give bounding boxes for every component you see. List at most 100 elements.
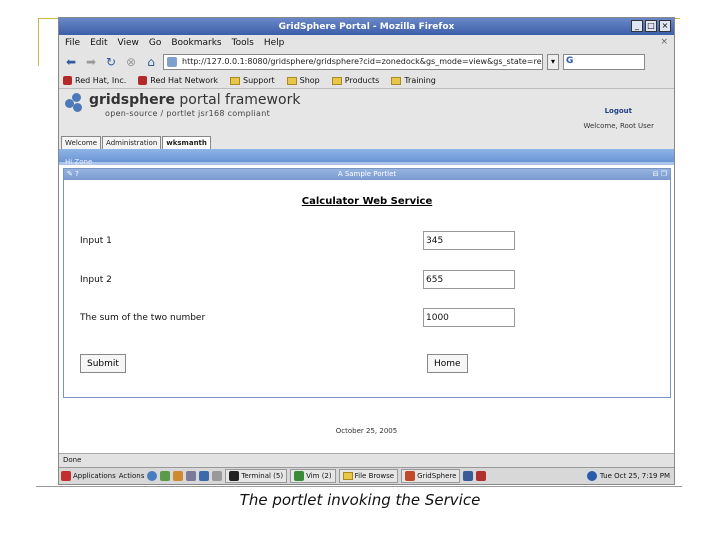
terminal-label: Terminal (5) [241, 472, 284, 480]
print-launcher-icon[interactable] [212, 471, 223, 481]
submit-button[interactable]: Submit [80, 354, 126, 373]
portlet-title: A Sample Portlet [337, 170, 397, 178]
taskbar-terminal[interactable]: Terminal (5) [225, 469, 288, 483]
bookmark-label: Shop [299, 76, 320, 85]
folder-icon [331, 76, 342, 85]
input1-field[interactable] [423, 231, 515, 250]
portal-tabs: Welcome Administration wksmanth [61, 136, 211, 149]
close-tab-icon[interactable]: × [660, 37, 668, 47]
folder-icon [286, 76, 297, 85]
bookmark-label: Training [404, 76, 436, 85]
desktop-taskbar: Applications Actions Terminal (5) Vim (2… [59, 467, 674, 484]
bookmark-training[interactable]: Training [391, 76, 436, 85]
file-browser-label: File Browse [354, 472, 395, 480]
taskbar-vim[interactable]: Vim (2) [290, 469, 336, 483]
window-titlebar[interactable]: GridSphere Portal - Mozilla Firefox _ □ … [59, 18, 674, 35]
redhat-menu-icon [61, 471, 71, 481]
menu-edit[interactable]: Edit [90, 38, 107, 48]
workspace-switcher-icon[interactable] [463, 471, 474, 481]
portal-header: gridsphere portal framework open-source … [59, 89, 674, 149]
window-controls: _ □ × [631, 20, 671, 32]
portlet-window-icons[interactable]: ⊟ ❐ [653, 169, 667, 180]
slide-caption: The portlet invoking the Service [239, 491, 481, 509]
tab-wksmanth[interactable]: wksmanth [162, 136, 211, 149]
home-button[interactable]: Home [427, 354, 468, 373]
browser-window: GridSphere Portal - Mozilla Firefox _ □ … [58, 17, 675, 485]
forward-arrow-icon[interactable]: ➡ [83, 54, 99, 70]
input2-field[interactable] [423, 270, 515, 289]
status-bar: Done [59, 453, 674, 467]
browser-launcher-icon[interactable] [147, 471, 158, 481]
portal-brand: gridsphere portal framework [89, 92, 300, 108]
bookmark-label: Support [243, 76, 275, 85]
vim-icon [294, 471, 305, 481]
bookmark-redhat-network[interactable]: Red Hat Network [138, 76, 218, 85]
menu-help[interactable]: Help [264, 38, 285, 48]
bookmark-shop[interactable]: Shop [286, 76, 320, 85]
taskbar-file-browser[interactable]: File Browse [338, 469, 399, 483]
bookmark-label: Red Hat Network [150, 76, 219, 85]
folder-icon [230, 76, 241, 85]
gridsphere-label: GridSphere [417, 472, 457, 480]
page-icon [167, 57, 177, 67]
menu-view[interactable]: View [118, 38, 139, 48]
subnav-divider [59, 162, 674, 165]
calculator-heading: Calculator Web Service [301, 196, 433, 207]
menu-tools[interactable]: Tools [232, 38, 254, 48]
tab-welcome[interactable]: Welcome [61, 136, 102, 149]
brand-strong: gridsphere [89, 92, 175, 108]
presentation-launcher-icon[interactable] [186, 471, 197, 481]
sample-portlet: ✎ ? A Sample Portlet ⊟ ❐ Calculator Web … [63, 168, 671, 398]
folder-icon [342, 472, 353, 480]
taskbar-gridsphere[interactable]: GridSphere [401, 469, 461, 483]
tab-administration[interactable]: Administration [102, 136, 162, 149]
back-arrow-icon[interactable]: ⬅ [63, 54, 79, 70]
close-button[interactable]: × [659, 20, 671, 32]
search-box[interactable]: G [563, 54, 645, 70]
portlet-edit-help-icons[interactable]: ✎ ? [67, 169, 79, 180]
network-status-icon [586, 471, 597, 481]
portlet-titlebar: ✎ ? A Sample Portlet ⊟ ❐ [64, 169, 670, 180]
mail-launcher-icon[interactable] [160, 471, 171, 481]
applications-label: Applications [73, 472, 116, 480]
sum-label: The sum of the two number [80, 313, 206, 323]
update-alert-icon[interactable] [476, 471, 487, 481]
bookmark-support[interactable]: Support [230, 76, 275, 85]
stop-icon[interactable]: ⊗ [123, 54, 139, 70]
menu-file[interactable]: File [65, 38, 80, 48]
bookmark-products[interactable]: Products [331, 76, 379, 85]
firefox-icon [405, 471, 416, 481]
home-icon[interactable]: ⌂ [143, 54, 159, 70]
menu-bar: File Edit View Go Bookmarks Tools Help × [59, 35, 674, 51]
menu-bookmarks[interactable]: Bookmarks [171, 38, 221, 48]
navigation-toolbar: ⬅ ➡ ↻ ⊗ ⌂ http://127.0.0.1:8080/gridsphe… [59, 51, 674, 73]
actions-menu[interactable]: Actions [119, 472, 145, 480]
minimize-button[interactable]: _ [631, 20, 643, 32]
maximize-button[interactable]: □ [645, 20, 657, 32]
address-bar[interactable]: http://127.0.0.1:8080/gridsphere/gridsph… [163, 54, 543, 70]
applications-menu[interactable]: Applications [61, 471, 116, 481]
redhat-icon [138, 76, 148, 85]
redhat-icon [63, 76, 72, 85]
clock-label: Tue Oct 25, 7:19 PM [599, 472, 670, 480]
window-title: GridSphere Portal - Mozilla Firefox [278, 21, 455, 32]
subnav-label[interactable]: Hi Zone [59, 158, 92, 166]
reload-icon[interactable]: ↻ [103, 54, 119, 70]
slide-rule-left [38, 18, 39, 66]
terminal-icon [229, 471, 240, 481]
page-content: gridsphere portal framework open-source … [59, 89, 674, 453]
input1-label: Input 1 [80, 236, 112, 246]
logout-link[interactable]: Logout [605, 107, 632, 115]
bookmarks-toolbar: Red Hat, Inc. Red Hat Network Support Sh… [59, 73, 674, 89]
subnav-bar: Hi Zone [59, 149, 674, 166]
address-dropdown-button[interactable]: ▾ [547, 54, 559, 70]
brand-rest: portal framework [174, 92, 301, 108]
sum-field[interactable] [423, 308, 515, 327]
input2-label: Input 2 [80, 275, 112, 285]
menu-go[interactable]: Go [149, 38, 161, 48]
taskbar-clock[interactable]: Tue Oct 25, 7:19 PM [586, 471, 674, 481]
spreadsheet-launcher-icon[interactable] [199, 471, 210, 481]
office-launcher-icon[interactable] [173, 471, 184, 481]
bookmark-redhat-inc[interactable]: Red Hat, Inc. [63, 76, 126, 85]
google-search-icon: G [566, 56, 574, 66]
